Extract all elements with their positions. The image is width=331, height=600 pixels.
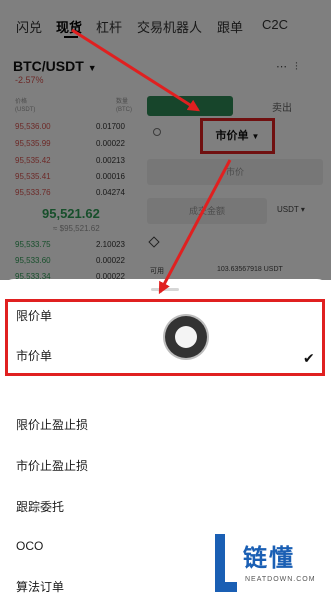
option-limit-tp-sl[interactable]: 限价止盈止损 [16,416,88,433]
modal-overlay[interactable] [0,0,331,280]
option-algo-order[interactable]: 算法订单 [16,578,64,595]
option-market-tp-sl[interactable]: 市价止盈止损 [16,457,88,474]
option-trailing-order[interactable]: 跟踪委托 [16,498,64,515]
logo-l-icon [215,534,237,592]
watermark-logo: 链懂 NEATDOWN.COM [209,528,329,598]
watermark-cn: 链懂 [243,545,295,572]
watermark-en: NEATDOWN.COM [245,576,316,583]
tap-indicator [165,316,207,358]
option-oco[interactable]: OCO [16,539,43,553]
sheet-handle[interactable] [151,288,179,291]
